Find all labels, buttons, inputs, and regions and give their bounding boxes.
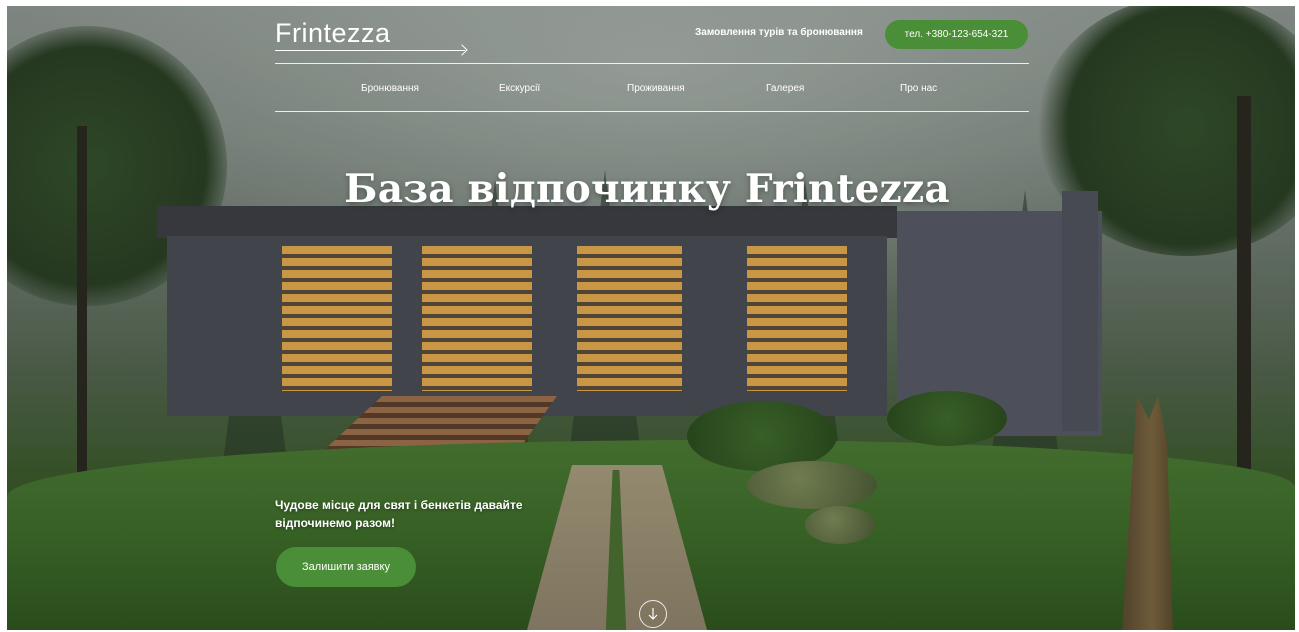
phone-button[interactable]: тел. +380-123-654-321 <box>885 20 1028 49</box>
logo[interactable]: Frintezza <box>275 18 391 49</box>
nav-item-booking[interactable]: Бронювання <box>361 83 419 94</box>
main-nav: Бронювання Екскурсії Проживання Галерея … <box>275 76 1029 100</box>
nav-divider-bottom <box>275 111 1029 112</box>
order-tours-link[interactable]: Замовлення турів та бронювання <box>695 27 863 38</box>
nav-item-excursions[interactable]: Екскурсії <box>499 83 540 94</box>
hero-section: Frintezza Замовлення турів та бронювання… <box>7 6 1295 630</box>
page-title: База відпочинку Frintezza <box>344 166 950 212</box>
nav-item-about[interactable]: Про нас <box>900 83 937 94</box>
arrow-down-circle-icon[interactable] <box>639 600 667 628</box>
nav-item-gallery[interactable]: Галерея <box>766 83 804 94</box>
nav-item-accommodation[interactable]: Проживання <box>627 83 685 94</box>
arrow-right-icon <box>275 50 465 51</box>
nav-divider-top <box>275 63 1029 64</box>
leave-request-button[interactable]: Залишити заявку <box>276 547 416 587</box>
hero-tagline: Чудове місце для свят і бенкетів давайте… <box>275 498 523 530</box>
